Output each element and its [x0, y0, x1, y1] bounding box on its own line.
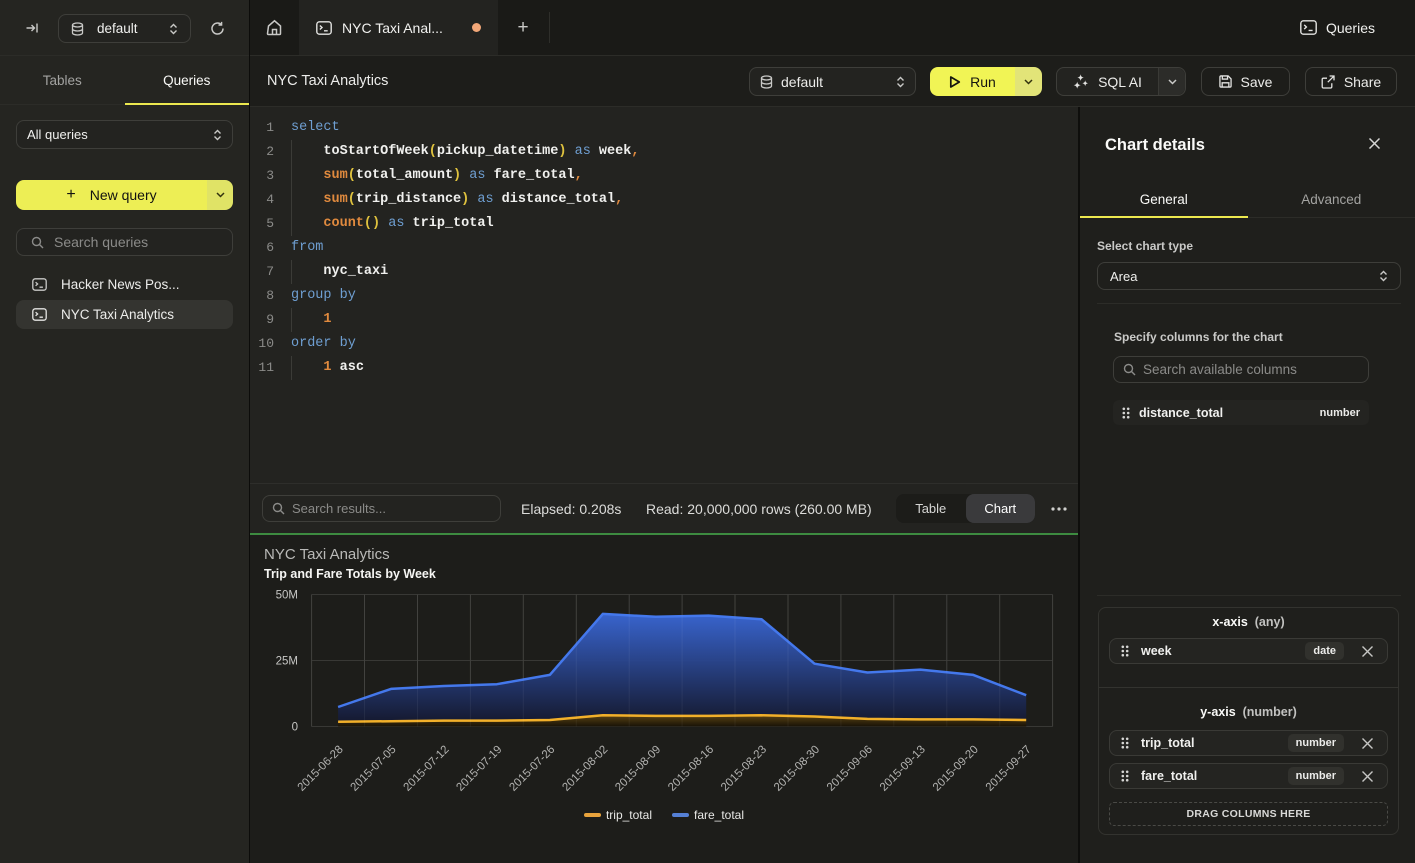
svg-text:50M: 50M: [276, 590, 298, 602]
svg-text:25M: 25M: [276, 656, 298, 668]
svg-text:2015-06-28: 2015-06-28: [296, 744, 346, 794]
svg-text:2015-09-27: 2015-09-27: [984, 744, 1034, 794]
svg-text:2015-08-23: 2015-08-23: [719, 744, 769, 794]
svg-text:2015-09-20: 2015-09-20: [931, 744, 981, 794]
svg-text:2015-07-05: 2015-07-05: [349, 744, 399, 794]
svg-text:2015-08-09: 2015-08-09: [613, 744, 663, 794]
svg-text:2015-07-26: 2015-07-26: [507, 744, 557, 794]
svg-text:2015-07-19: 2015-07-19: [454, 744, 504, 794]
svg-text:2015-09-13: 2015-09-13: [878, 744, 928, 794]
svg-text:0: 0: [292, 722, 298, 734]
svg-text:2015-07-12: 2015-07-12: [402, 744, 452, 794]
svg-text:2015-08-16: 2015-08-16: [666, 744, 716, 794]
svg-text:2015-08-30: 2015-08-30: [772, 744, 822, 794]
svg-text:2015-08-02: 2015-08-02: [560, 744, 610, 794]
svg-text:2015-09-06: 2015-09-06: [825, 744, 875, 794]
